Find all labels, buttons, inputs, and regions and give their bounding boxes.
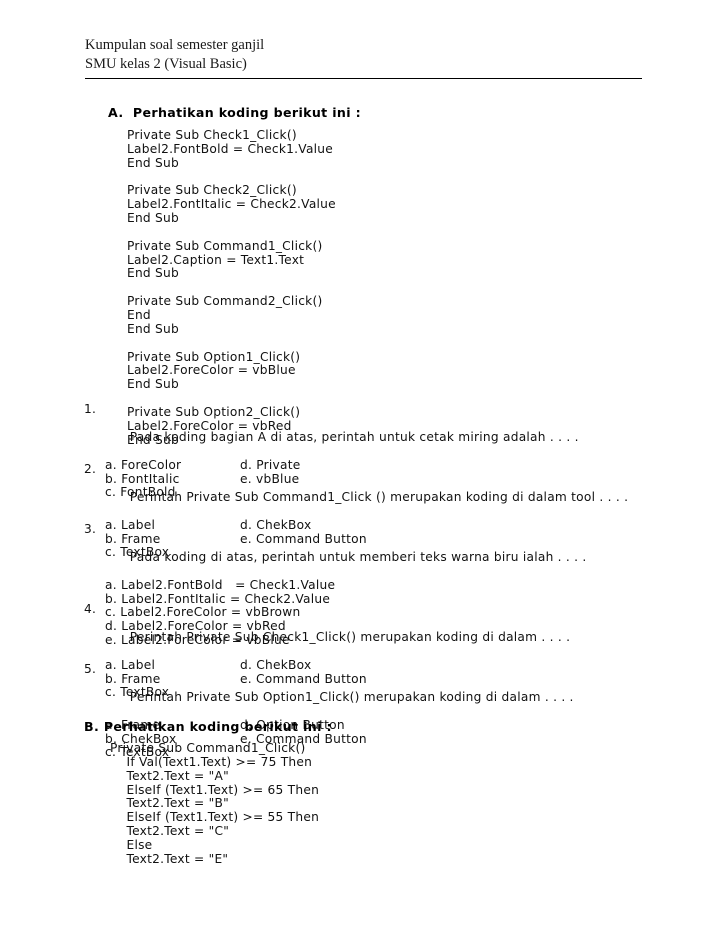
question-stem-wrapper: 4. Perintah Private Sub Check1_Click() m…	[84, 602, 664, 659]
header-line-title: Kumpulan soal semester ganjil	[85, 37, 265, 53]
question-text: Perintah Private Sub Option1_Click() mer…	[129, 689, 574, 704]
header-divider-rule	[85, 78, 642, 79]
section-b-heading: B. Perhatikan koding berikut ini :	[84, 719, 332, 734]
question-stem-wrapper: 2. Perintah Private Sub Command1_Click (…	[84, 462, 664, 519]
section-a-heading: A. Perhatikan koding berikut ini :	[108, 105, 362, 120]
question-text: Pada koding di atas, perintah untuk memb…	[129, 549, 587, 564]
question-number: 4.	[84, 602, 97, 616]
option-a: a. Label2.FontBold = Check1.Value	[105, 577, 336, 592]
section-a-code-listing: Private Sub Check1_Click() Label2.FontBo…	[127, 128, 336, 447]
document-header: Kumpulan soal semester ganjil SMU kelas …	[85, 36, 645, 74]
question-number: 1.	[84, 402, 97, 416]
question-stem-wrapper: 1. Pada koding bagian A di atas, perinta…	[84, 402, 664, 459]
question-number: 2.	[84, 462, 97, 476]
header-line-subtitle: SMU kelas 2 (Visual Basic)	[85, 56, 247, 72]
question-text: Pada koding bagian A di atas, perintah u…	[129, 429, 579, 444]
question-stem-wrapper: 3. Pada koding di atas, perintah untuk m…	[84, 522, 664, 579]
section-b-code-listing: Private Sub Command1_Click() If Val(Text…	[110, 741, 320, 866]
option-row: a. Label2.FontBold = Check1.Value	[105, 577, 664, 593]
question-number: 3.	[84, 522, 97, 536]
question-text: Perintah Private Sub Check1_Click() meru…	[129, 629, 571, 644]
document-page: Kumpulan soal semester ganjil SMU kelas …	[0, 0, 728, 942]
question-number: 5.	[84, 662, 97, 676]
question-text: Perintah Private Sub Command1_Click () m…	[129, 489, 629, 504]
question-stem-wrapper: 5. Perintah Private Sub Option1_Click() …	[84, 662, 664, 719]
